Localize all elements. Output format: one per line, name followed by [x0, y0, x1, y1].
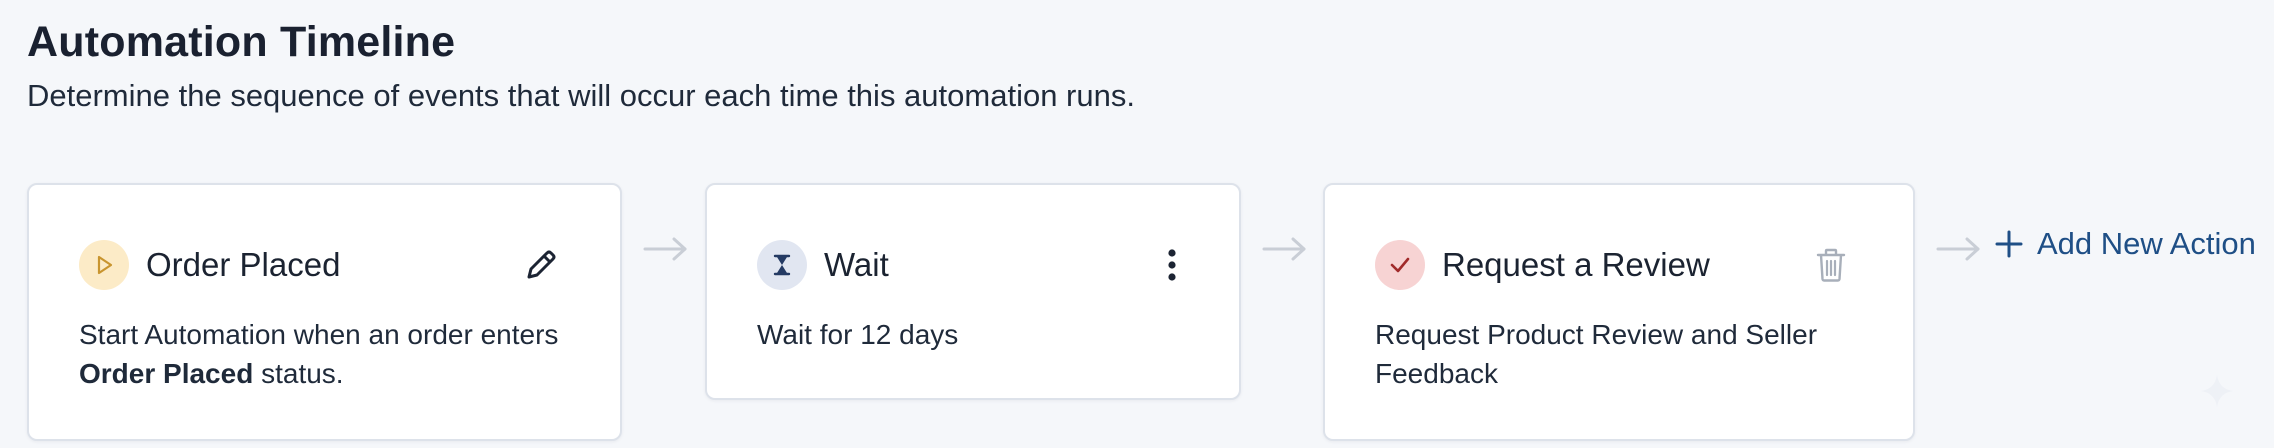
edit-step-button[interactable] [521, 245, 561, 285]
hourglass-icon [773, 254, 791, 276]
more-vertical-icon [1168, 249, 1176, 281]
step-title: Order Placed [146, 246, 341, 283]
step-badge [757, 240, 807, 290]
page-subtitle: Determine the sequence of events that wi… [27, 78, 1135, 113]
arrow-right-icon [1262, 237, 1306, 261]
step-description: Request Product Review and Seller Feedba… [1375, 319, 1818, 389]
play-icon [97, 255, 113, 275]
check-icon [1390, 257, 1410, 273]
step-description: Wait for 12 days [757, 319, 959, 350]
step-options-button[interactable] [1152, 245, 1192, 285]
step-header: Order Placed [79, 240, 340, 290]
sparkle-icon [2201, 375, 2233, 407]
step-header: Wait [757, 240, 889, 290]
plus-icon [1995, 230, 2023, 258]
step-card-order-placed[interactable]: Order Placed Start Automation when an or… [27, 183, 622, 441]
step-title: Request a Review [1442, 246, 1710, 283]
step-badge [79, 240, 129, 290]
step-header: Request a Review [1375, 240, 1710, 290]
status-name: Order Placed [79, 358, 254, 389]
description-text: Start Automation when an order enters [79, 319, 559, 350]
step-card-wait[interactable]: Wait Wait for 12 days [705, 183, 1241, 400]
pencil-icon [527, 250, 556, 279]
step-description: Start Automation when an order enters Or… [79, 315, 579, 393]
step-badge [1375, 240, 1425, 290]
page-title: Automation Timeline [27, 18, 456, 66]
step-title: Wait [824, 246, 889, 283]
description-text: status. [253, 358, 344, 389]
delete-step-button[interactable] [1811, 245, 1851, 285]
add-new-action-button[interactable]: Add New Action [1995, 226, 2256, 262]
step-card-request-review[interactable]: Request a Review Request Product Review … [1323, 183, 1915, 441]
arrow-right-icon [643, 237, 687, 261]
add-new-action-label: Add New Action [2037, 226, 2256, 261]
trash-icon [1816, 248, 1846, 282]
arrow-right-icon [1936, 237, 1980, 261]
